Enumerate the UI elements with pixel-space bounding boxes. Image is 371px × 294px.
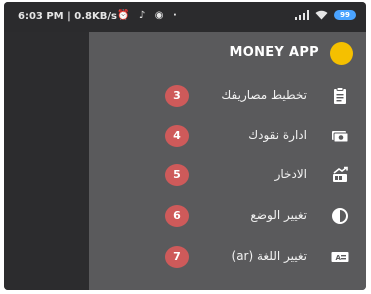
menu-item-label: تخطيط مصاريفك	[221, 88, 307, 102]
battery-icon: 99	[334, 10, 356, 20]
app-logo-dot	[330, 42, 353, 65]
menu-item-manage-money[interactable]: 4 ادارة نقودك	[89, 120, 366, 152]
menu-item-savings[interactable]: 5 الادخار	[89, 159, 366, 191]
menu-item-label: تغيير الوضع	[250, 208, 307, 222]
money-icon	[332, 131, 349, 143]
status-bar: 6:03 PM | 0.8KB/s ⏰ ♪ ◉ · 99	[4, 2, 366, 32]
step-badge: 7	[165, 246, 189, 268]
app-title: MONEY APP	[229, 45, 319, 60]
menu-item-change-mode[interactable]: 6 تغيير الوضع	[89, 200, 366, 232]
step-badge: 6	[165, 205, 189, 227]
menu-item-label: الادخار	[274, 167, 307, 181]
wifi-icon	[315, 10, 328, 20]
system-icons: 99	[295, 10, 356, 20]
notification-icons: ⏰ ♪ ◉ ·	[117, 10, 180, 21]
menu-item-change-language[interactable]: 7 تغيير اللغة (ar) A	[89, 241, 366, 273]
menu-item-label: تغيير اللغة (ar)	[231, 249, 307, 263]
step-badge: 3	[165, 85, 189, 107]
navigation-drawer: MONEY APP 3 تخطيط مصاريفك 4 ادارة نقودك	[89, 32, 366, 290]
drawer-header: MONEY APP	[89, 32, 366, 68]
clipboard-icon	[334, 87, 346, 104]
status-time: 6:03 PM | 0.8KB/s	[18, 11, 117, 22]
menu-item-label: ادارة نقودك	[248, 128, 307, 142]
savings-icon	[333, 166, 348, 182]
menu-item-plan-expenses[interactable]: 3 تخطيط مصاريفك	[89, 80, 366, 112]
phone-screen: 6:03 PM | 0.8KB/s ⏰ ♪ ◉ · 99 MONEY APP 3…	[4, 2, 366, 290]
dimmed-background[interactable]	[4, 32, 89, 290]
step-badge: 4	[165, 125, 189, 147]
signal-icon	[295, 10, 309, 20]
step-badge: 5	[165, 164, 189, 186]
svg-text:A: A	[336, 254, 342, 262]
theme-contrast-icon	[332, 208, 348, 224]
language-icon: A	[331, 252, 349, 262]
